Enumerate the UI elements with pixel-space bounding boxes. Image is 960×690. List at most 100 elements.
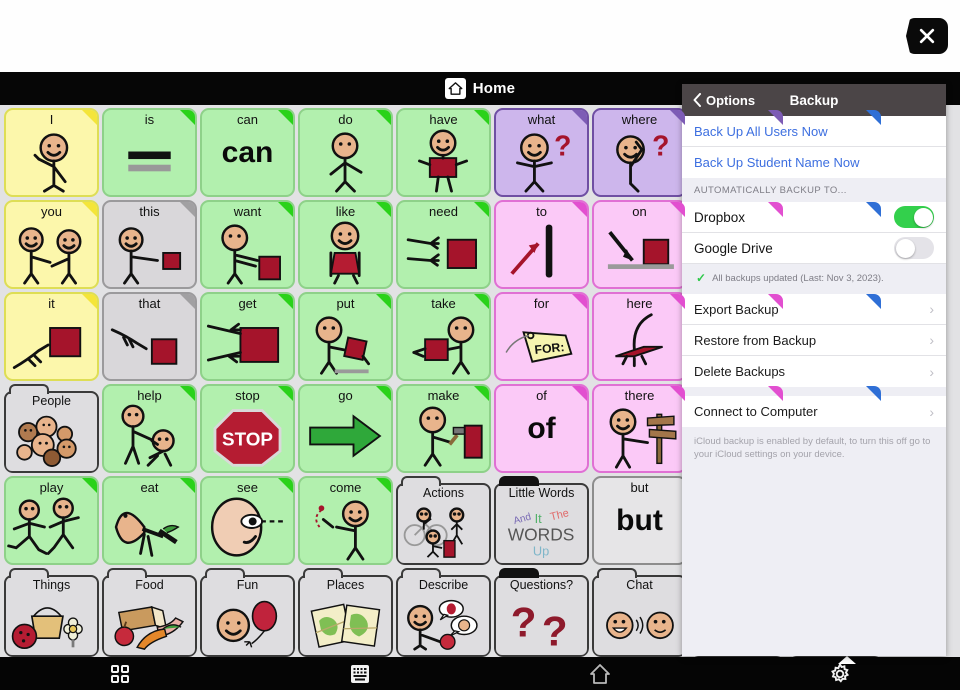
person-question-icon: ? xyxy=(496,127,587,193)
svg-text:The: The xyxy=(549,507,570,523)
corner-marker xyxy=(572,202,587,217)
grid-cell-make[interactable]: make xyxy=(396,384,491,473)
folder-tab xyxy=(303,568,343,578)
grid-cell-take[interactable]: take xyxy=(396,292,491,381)
person-pointing-self-icon xyxy=(6,127,97,193)
grid-cell-i[interactable]: I xyxy=(4,108,99,197)
keyboard-button[interactable] xyxy=(240,657,480,690)
folder-tab xyxy=(401,476,441,486)
chevron-right-icon: › xyxy=(929,363,934,380)
grid-cell-little-words[interactable]: Little Words And It The WORDS Up xyxy=(494,476,589,565)
app-root: Home I is can can do have what ? where ? you… xyxy=(0,0,960,690)
grid-cell-of[interactable]: of of xyxy=(494,384,589,473)
google-drive-row[interactable]: Google Drive xyxy=(682,233,946,264)
face-eating-carrot-icon xyxy=(104,495,195,561)
grid-cell-describe[interactable]: Describe xyxy=(396,568,491,657)
close-icon[interactable] xyxy=(906,18,948,54)
grid-cell-like[interactable]: like xyxy=(298,200,393,289)
backup-panel: Options Backup Back Up All Users Now Bac… xyxy=(682,84,946,656)
grid-cell-to[interactable]: to xyxy=(494,200,589,289)
gear-icon xyxy=(831,661,850,683)
corner-marker xyxy=(278,202,293,217)
corner-marker xyxy=(180,202,195,217)
grid-cell-chat[interactable]: Chat xyxy=(592,568,687,657)
grid-cell-want[interactable]: want xyxy=(200,200,295,289)
two-people-running-icon xyxy=(6,495,97,561)
grid-cell-put[interactable]: put xyxy=(298,292,393,381)
grid-cell-but[interactable]: but but xyxy=(592,476,687,565)
grid-cell-things[interactable]: Things xyxy=(4,568,99,657)
grid-view-button[interactable] xyxy=(0,657,240,690)
grid-cell-places[interactable]: Places xyxy=(298,568,393,657)
grid-cell-need[interactable]: need xyxy=(396,200,491,289)
person-hugging-box-icon xyxy=(300,219,391,285)
corner-marker xyxy=(180,110,195,125)
delete-backups-item[interactable]: Delete Backups › xyxy=(682,356,946,387)
corner-marker xyxy=(474,202,489,217)
grid-cell-for[interactable]: for FOR: xyxy=(494,292,589,381)
grid-cell-go[interactable]: go xyxy=(298,384,393,473)
grid-cell-come[interactable]: come xyxy=(298,476,393,565)
grid-cell-there[interactable]: there xyxy=(592,384,687,473)
delete-backups-label: Delete Backups xyxy=(694,364,786,379)
toggle-knob xyxy=(913,207,933,227)
person-pointing-signpost-icon xyxy=(594,403,685,469)
grid-cell-can[interactable]: can can xyxy=(200,108,295,197)
grid-cell-you[interactable]: you xyxy=(4,200,99,289)
grid-cell-actions[interactable]: Actions xyxy=(396,476,491,565)
export-backup-item[interactable]: Export Backup › xyxy=(682,294,946,325)
svg-text:?: ? xyxy=(652,129,669,161)
grid-cell-people[interactable]: People xyxy=(4,384,99,473)
connect-to-computer-item[interactable]: Connect to Computer › xyxy=(682,396,946,427)
home-button[interactable] xyxy=(480,657,720,690)
grid-cell-play[interactable]: play xyxy=(4,476,99,565)
corner-marker xyxy=(82,110,97,125)
grid-cell-where[interactable]: where ? xyxy=(592,108,687,197)
grid-cell-eat[interactable]: eat xyxy=(102,476,197,565)
grid-cell-help[interactable]: help xyxy=(102,384,197,473)
back-up-student-button[interactable]: Back Up Student Name Now xyxy=(682,147,946,178)
svg-text:STOP: STOP xyxy=(222,428,273,449)
cell-label: Things xyxy=(32,578,71,592)
person-holding-icon xyxy=(398,127,489,193)
home-icon xyxy=(444,78,466,99)
grid-cell-questions[interactable]: Questions? ? ? xyxy=(494,568,589,657)
keyboard-icon xyxy=(351,664,369,683)
folder-tab xyxy=(107,568,147,578)
corner-marker xyxy=(180,386,195,401)
grid-cell-have[interactable]: have xyxy=(396,108,491,197)
grid-cell-what[interactable]: what ? xyxy=(494,108,589,197)
grid-cell-stop[interactable]: stop STOP xyxy=(200,384,295,473)
grid-cell-get[interactable]: get xyxy=(200,292,295,381)
grid-cell-on[interactable]: on xyxy=(592,200,687,289)
back-up-all-users-button[interactable]: Back Up All Users Now xyxy=(682,116,946,147)
grid-cell-this[interactable]: this xyxy=(102,200,197,289)
corner-marker xyxy=(768,110,783,125)
back-to-options-button[interactable]: Options xyxy=(692,93,755,108)
for-tag-icon: FOR: xyxy=(496,311,587,377)
panel-divider xyxy=(682,387,946,396)
corner-marker xyxy=(180,294,195,309)
arrow-to-bar-icon xyxy=(496,219,587,285)
google-drive-toggle[interactable] xyxy=(894,237,934,259)
grid-cell-is[interactable]: is xyxy=(102,108,197,197)
corner-marker xyxy=(474,294,489,309)
grid-cell-fun[interactable]: Fun xyxy=(200,568,295,657)
dropbox-row[interactable]: Dropbox xyxy=(682,202,946,233)
grid-cell-do[interactable]: do xyxy=(298,108,393,197)
grid-cell-it[interactable]: it xyxy=(4,292,99,381)
restore-backup-item[interactable]: Restore from Backup › xyxy=(682,325,946,356)
dropbox-toggle[interactable] xyxy=(894,206,934,228)
cell-label: Fun xyxy=(236,578,259,592)
grid-cell-see[interactable]: see xyxy=(200,476,295,565)
corner-marker xyxy=(866,294,881,309)
grid-cell-food[interactable]: Food xyxy=(102,568,197,657)
cell-big-text: but xyxy=(616,503,663,537)
corner-marker xyxy=(376,110,391,125)
folder-tab xyxy=(499,568,539,578)
grid-cell-here[interactable]: here xyxy=(592,292,687,381)
grid-cell-that[interactable]: that xyxy=(102,292,197,381)
auto-backup-section-label: Automatically Backup To... xyxy=(682,178,946,202)
folder-tab xyxy=(597,568,637,578)
person-hammering-icon xyxy=(398,403,489,469)
